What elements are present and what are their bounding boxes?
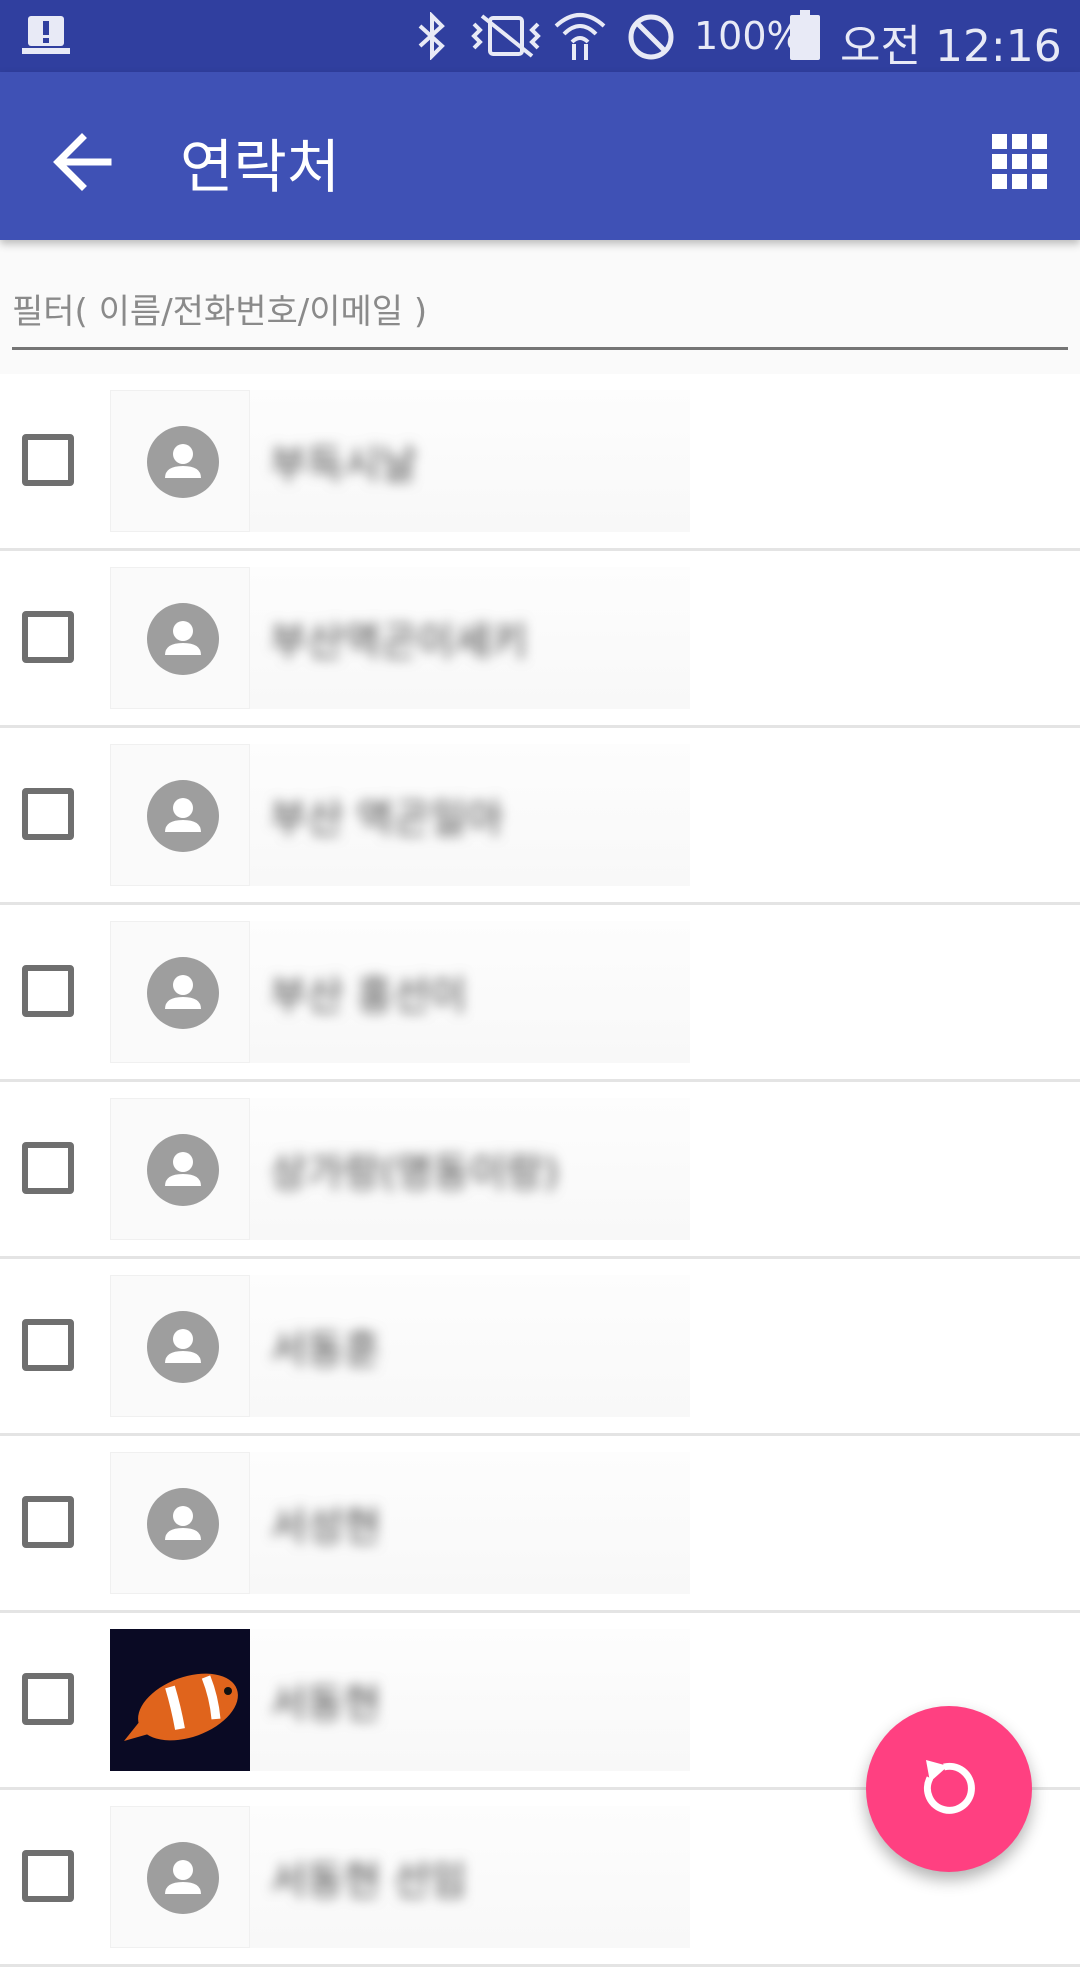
bluetooth-icon	[412, 11, 452, 64]
filter-area	[0, 240, 1080, 374]
default-person-icon	[147, 1311, 219, 1383]
list-item[interactable]: 서성현	[0, 1436, 1080, 1613]
contact-name: 상가랑(명동이랑)	[270, 1150, 559, 1196]
contact-name: 부산 홍선이	[270, 973, 467, 1019]
list-item[interactable]: 상가랑(명동이랑)	[0, 1082, 1080, 1259]
contact-name: 서성현	[270, 1504, 381, 1550]
battery-icon	[790, 10, 820, 64]
list-item[interactable]: 부산 홍선이	[0, 905, 1080, 1082]
avatar	[110, 744, 250, 886]
refresh-button[interactable]	[866, 1706, 1032, 1872]
default-person-icon	[147, 603, 219, 675]
status-bar: 100% 오전 12:16	[0, 0, 1080, 72]
arrow-left-icon	[53, 133, 112, 191]
grid-view-icon	[992, 134, 1047, 189]
app-bar: 연락처	[0, 72, 1080, 240]
default-person-icon	[147, 1842, 219, 1914]
avatar	[110, 567, 250, 709]
contact-name: 부득시날	[270, 442, 418, 488]
wifi-icon	[552, 8, 608, 66]
alert-icon	[22, 14, 70, 62]
clownfish-photo	[110, 1629, 250, 1771]
contact-checkbox[interactable]	[22, 1496, 74, 1548]
page-title: 연락처	[180, 133, 341, 201]
grid-view-button[interactable]	[990, 132, 1050, 192]
contact-checkbox[interactable]	[22, 611, 74, 663]
contact-checkbox[interactable]	[22, 1673, 74, 1725]
vibrate-icon	[470, 12, 542, 64]
contact-name: 부산 역곤일아	[270, 796, 504, 842]
list-item[interactable]: 부산역곤이세키	[0, 551, 1080, 728]
default-person-icon	[147, 1488, 219, 1560]
contact-name: 서동현	[270, 1681, 381, 1727]
back-button[interactable]	[44, 122, 124, 202]
filter-input[interactable]	[12, 276, 1068, 350]
battery-percent: 100%	[694, 14, 803, 58]
contact-name: 서동현 선임	[270, 1858, 467, 1904]
refresh-icon	[923, 1760, 975, 1814]
avatar	[110, 390, 250, 532]
contact-checkbox[interactable]	[22, 965, 74, 1017]
contact-checkbox[interactable]	[22, 1319, 74, 1371]
avatar	[110, 1275, 250, 1417]
list-item[interactable]: 부득시날	[0, 374, 1080, 551]
status-time: 오전 12:16	[840, 21, 1062, 72]
list-item[interactable]: 서동훈	[0, 1259, 1080, 1436]
avatar	[110, 1806, 250, 1948]
contact-checkbox[interactable]	[22, 1142, 74, 1194]
avatar	[110, 1452, 250, 1594]
avatar	[110, 1098, 250, 1240]
contact-checkbox[interactable]	[22, 788, 74, 840]
default-person-icon	[147, 957, 219, 1029]
avatar	[110, 921, 250, 1063]
contact-checkbox[interactable]	[22, 1850, 74, 1902]
contact-name: 서동훈	[270, 1327, 381, 1373]
list-item[interactable]: 부산 역곤일아	[0, 728, 1080, 905]
avatar	[110, 1629, 250, 1771]
default-person-icon	[147, 426, 219, 498]
do-not-disturb-icon	[626, 12, 676, 66]
default-person-icon	[147, 1134, 219, 1206]
default-person-icon	[147, 780, 219, 852]
contact-checkbox[interactable]	[22, 434, 74, 486]
contact-name: 부산역곤이세키	[270, 619, 528, 665]
